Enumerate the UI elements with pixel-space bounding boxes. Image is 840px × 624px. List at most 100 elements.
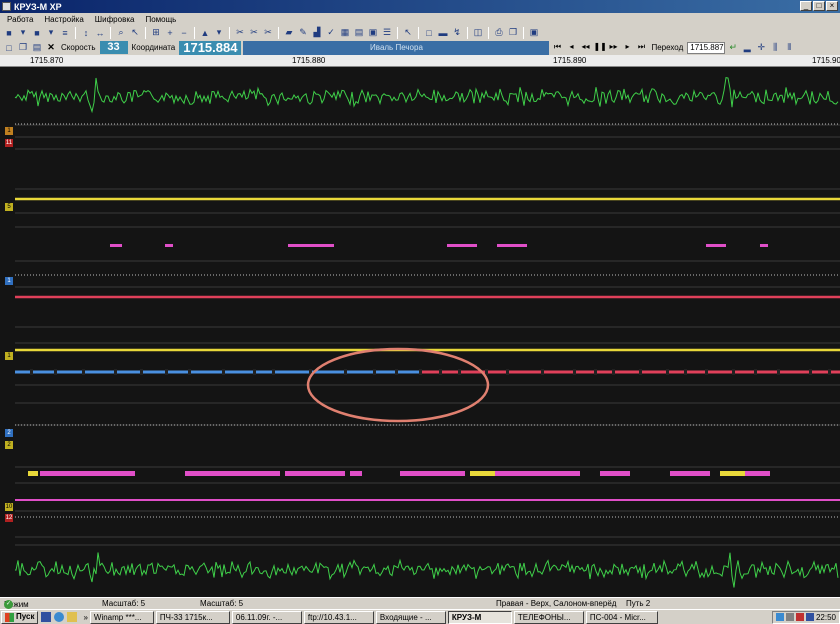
network-tray-icon[interactable]	[775, 613, 784, 621]
train-icon[interactable]: ▰	[283, 27, 295, 39]
cut-icon[interactable]: ✂	[234, 27, 246, 39]
frame-icon[interactable]: □	[423, 27, 435, 39]
zoom-icon[interactable]: ⌕	[115, 27, 127, 39]
filter-icon[interactable]: ✓	[325, 27, 337, 39]
save-quicklaunch-icon[interactable]	[41, 612, 52, 622]
task-phones[interactable]: ТЕЛЕФОНЫ...	[513, 610, 584, 624]
dropdown-icon[interactable]: ▾	[213, 27, 225, 39]
cut-icon[interactable]: ✂	[262, 27, 274, 39]
channel-marker: 1	[5, 277, 13, 285]
channel-marker: 5	[5, 203, 13, 211]
dropdown-icon[interactable]: ▾	[17, 27, 29, 39]
maximize-button[interactable]: □	[813, 1, 825, 11]
grid-icon[interactable]: ⊞	[150, 27, 162, 39]
toolbar-separator	[229, 26, 230, 39]
print-icon[interactable]: ⎙	[493, 27, 505, 39]
preview-icon[interactable]: ◫	[472, 27, 484, 39]
toolbar-separator	[145, 26, 146, 39]
copy-icon[interactable]: ❐	[17, 42, 29, 54]
menu-settings[interactable]: Настройка	[43, 15, 84, 24]
browser-quicklaunch-icon[interactable]	[54, 612, 65, 622]
cross-icon[interactable]: ✛	[755, 42, 767, 54]
bars-icon[interactable]: ⫼	[769, 42, 781, 54]
report-icon[interactable]: ▣	[367, 27, 379, 39]
plus-icon[interactable]: +	[164, 27, 176, 39]
skip-end-icon[interactable]: ⏭	[635, 42, 647, 54]
task-ftp[interactable]: ftp://10.43.1...	[303, 610, 374, 624]
line-dash	[639, 369, 642, 375]
menu-help[interactable]: Помощь	[144, 15, 177, 24]
fast-forward-icon[interactable]: ▸▸	[607, 42, 619, 54]
window-icon[interactable]: ▣	[528, 27, 540, 39]
menu-work[interactable]: Работа	[6, 15, 34, 24]
orientation-info: Правая - Верх, Салоном-вперёд	[496, 599, 617, 608]
defect-band	[670, 471, 710, 476]
folder-quicklaunch-icon[interactable]	[67, 612, 78, 622]
skip-start-icon[interactable]: ⏮	[551, 42, 563, 54]
volume-tray-icon[interactable]	[785, 613, 794, 621]
menu-encoding[interactable]: Шифровка	[94, 15, 136, 24]
view-icon[interactable]: ■	[31, 27, 43, 39]
more-quicklaunch-icon[interactable]: »	[83, 613, 87, 622]
close-icon[interactable]: ✕	[45, 42, 57, 54]
measure-icon[interactable]: ↯	[451, 27, 463, 39]
track-display[interactable]: 1 11 5 1 1 2 2 10 12	[0, 67, 840, 597]
defect-mark	[497, 244, 527, 247]
main-toolbar: ■ ▾ ■ ▾ ≡ ↕ ↔ ⌕ ↖ ⊞ + − ▲ ▾ ✂ ✂ ✂ ▰ ✎ ▟ …	[0, 25, 840, 40]
enter-icon[interactable]: ↵	[727, 42, 739, 54]
minus-icon[interactable]: −	[178, 27, 190, 39]
paste-icon[interactable]: ▤	[31, 42, 43, 54]
goto-input[interactable]: 1715.887	[687, 41, 726, 54]
marker-icon[interactable]: ▲	[199, 27, 211, 39]
task-inbox[interactable]: Входящие - ...	[375, 610, 446, 624]
start-button[interactable]: Пуск	[1, 610, 39, 624]
step-forward-icon[interactable]: ▸	[621, 42, 633, 54]
scale-y-icon[interactable]: ↔	[94, 27, 106, 39]
menu-bar: Работа Настройка Шифровка Помощь	[0, 13, 840, 25]
language-tray-icon[interactable]	[805, 613, 814, 621]
line-dash	[373, 369, 376, 375]
pause-icon[interactable]: ❚❚	[593, 42, 606, 54]
line-dash	[253, 369, 256, 375]
line-dash	[828, 369, 831, 375]
cut-icon[interactable]: ✂	[248, 27, 260, 39]
step-back-icon[interactable]: ◂	[565, 42, 577, 54]
list-icon[interactable]: ☰	[381, 27, 393, 39]
cursor-icon[interactable]: ↖	[402, 27, 414, 39]
minimize-button[interactable]: _	[800, 1, 812, 11]
windows-logo-icon	[5, 612, 14, 622]
tool-icon[interactable]: ✎	[297, 27, 309, 39]
chart-icon[interactable]: ▟	[311, 27, 323, 39]
rail-icon[interactable]: ▬	[437, 27, 449, 39]
level-icon[interactable]: ≡	[59, 27, 71, 39]
new-icon[interactable]: □	[3, 42, 15, 54]
path-info: Путь 2	[626, 599, 651, 608]
book-icon[interactable]: ❐	[507, 27, 519, 39]
close-button[interactable]: ×	[826, 1, 838, 11]
open-icon[interactable]: ■	[3, 27, 15, 39]
table-icon[interactable]: ▤	[353, 27, 365, 39]
channel-marker: 12	[5, 514, 13, 522]
defect-mark	[110, 244, 122, 247]
line-dash	[458, 369, 461, 375]
pointer-icon[interactable]: ↖	[129, 27, 141, 39]
stats-icon[interactable]: ▦	[339, 27, 351, 39]
dropdown-icon[interactable]: ▾	[45, 27, 57, 39]
rewind-icon[interactable]: ◂◂	[579, 42, 591, 54]
columns-icon[interactable]: ⦀	[783, 42, 795, 54]
status-ok-icon: ✓	[4, 600, 13, 609]
task-kruz-m[interactable]: КРУЗ-М	[447, 610, 512, 624]
ruler-icon[interactable]: ▂	[741, 42, 753, 54]
defect-mark	[165, 244, 173, 247]
scale-x-icon[interactable]: ↕	[80, 27, 92, 39]
task-document-date[interactable]: 06.11.09г. -...	[231, 610, 302, 624]
task-winamp[interactable]: Winamp ***...	[89, 610, 154, 624]
window-controls: _ □ ×	[800, 1, 838, 11]
window-title: КРУЗ-М XP	[14, 1, 62, 12]
line-dash	[506, 369, 509, 375]
antivirus-tray-icon[interactable]	[795, 613, 804, 621]
status-bar: Режим сдвига: ✓ Масштаб: 5 Масштаб: 5 Пр…	[0, 597, 840, 618]
task-folder-pch33[interactable]: ПЧ-33 1715к...	[155, 610, 230, 624]
toolbar-separator	[110, 26, 111, 39]
task-ps004[interactable]: ПС-004 - Micr...	[585, 610, 658, 624]
